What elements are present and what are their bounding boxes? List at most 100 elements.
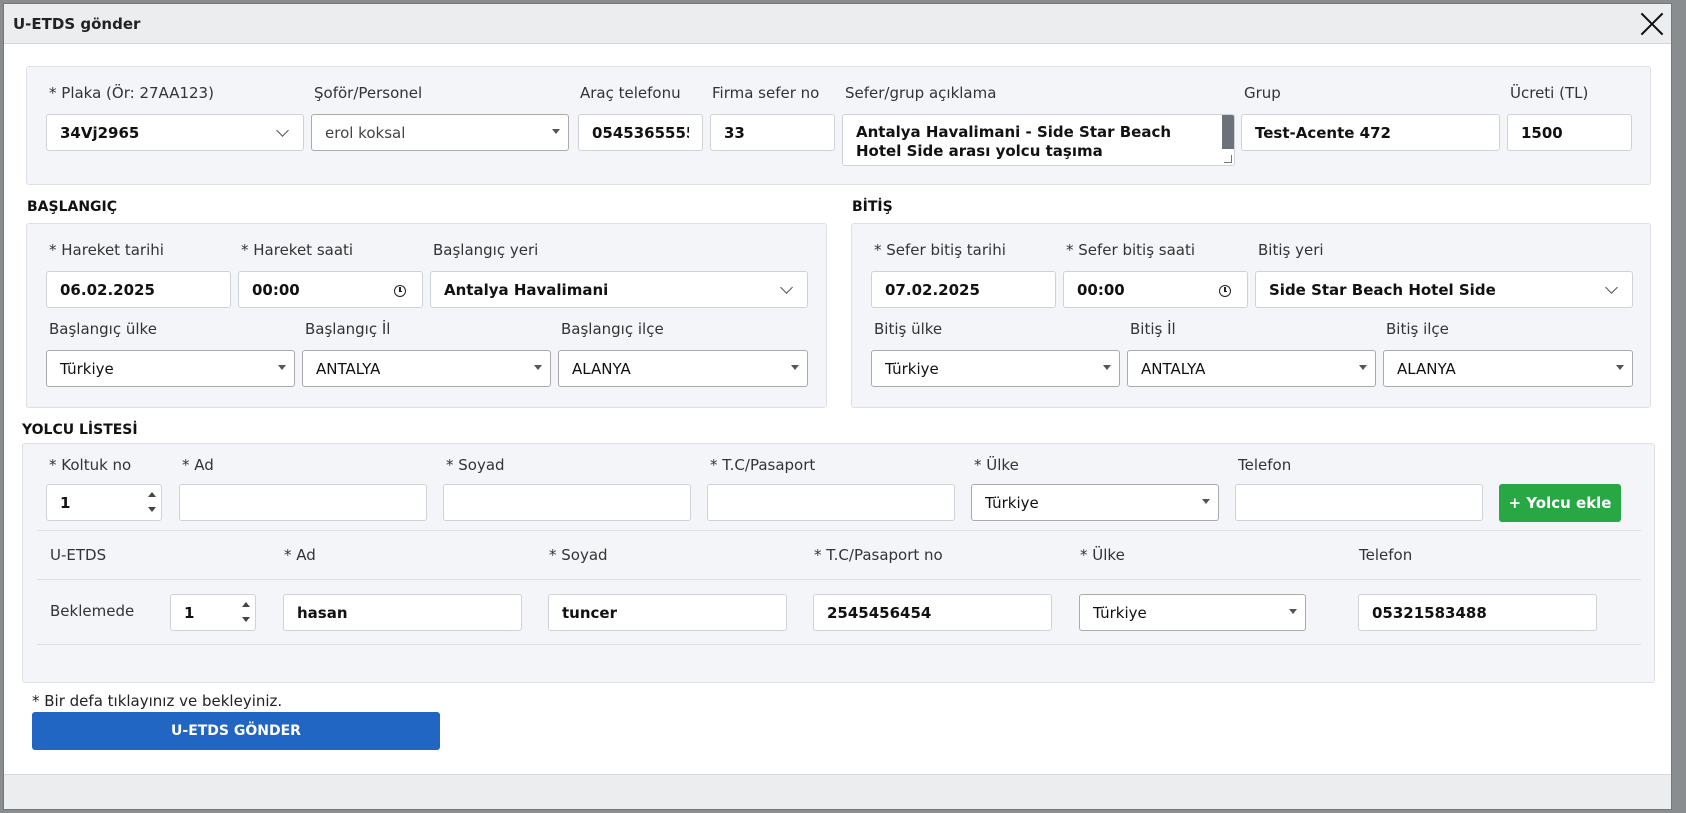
group-value: Test-Acente 472 [1255,124,1391,142]
resize-handle-icon[interactable] [1224,155,1232,163]
start-country-label: Başlangıç ülke [49,320,157,338]
end-place-value: Side Star Beach Hotel Side [1269,281,1496,299]
table-divider [37,579,1641,580]
table-divider [37,530,1641,531]
start-time-value: 00:00 [252,281,300,299]
start-date-label: * Hareket tarihi [49,241,164,259]
seat-label: * Koltuk no [49,456,131,474]
end-province-select[interactable]: ANTALYA [1127,350,1376,387]
uetds-submit-button[interactable]: U-ETDS GÖNDER [32,712,440,750]
row-name-value: hasan [297,604,348,622]
spinner-arrows-icon[interactable] [239,597,253,628]
driver-label: Şoför/Personel [314,84,422,102]
end-date-label: * Sefer bitiş tarihi [874,241,1006,259]
company-trip-no-input[interactable]: 33 [710,114,835,151]
textarea-scrollbar[interactable] [1222,115,1234,149]
caret-down-icon [1103,365,1111,370]
country-label: * Ülke [974,456,1019,474]
start-district-select[interactable]: ALANYA [558,350,808,387]
start-date-value: 06.02.2025 [60,281,155,299]
end-country-select[interactable]: Türkiye [871,350,1120,387]
vehicle-phone-input[interactable]: 05453655555 [578,114,703,151]
driver-select[interactable]: erol koksal [311,114,569,151]
row-phone-input[interactable]: 05321583488 [1358,594,1597,631]
caret-down-icon [1359,365,1367,370]
start-place-select[interactable]: Antalya Havalimani [430,271,808,308]
start-time-input[interactable]: 00:00 [238,271,423,308]
chevron-down-icon [780,281,793,294]
end-country-value: Türkiye [885,360,939,378]
clock-icon[interactable] [1219,285,1231,297]
row-id-input[interactable]: 2545456454 [813,594,1052,631]
column-header-name: * Ad [284,546,316,564]
id-label: * T.C/Pasaport [710,456,815,474]
country-value: Türkiye [985,494,1039,512]
column-header-status: U-ETDS [50,546,106,564]
seat-value: 1 [60,494,70,512]
seat-input[interactable]: 1 [46,484,162,521]
modal-title: U-ETDS gönder [13,15,140,33]
driver-value: erol koksal [325,124,405,142]
close-icon[interactable] [1637,8,1669,40]
name-input[interactable] [179,484,427,521]
fee-input[interactable]: 1500 [1507,114,1632,151]
passenger-section-title: YOLCU LİSTESİ [22,422,138,438]
start-place-value: Antalya Havalimani [444,281,608,299]
name-label: * Ad [182,456,214,474]
end-country-label: Bitiş ülke [874,320,942,338]
add-passenger-button[interactable]: + Yolcu ekle [1499,484,1621,522]
clock-icon[interactable] [394,285,406,297]
caret-down-icon [534,365,542,370]
column-header-surname: * Soyad [549,546,608,564]
country-select[interactable]: Türkiye [971,484,1219,521]
phone-input[interactable] [1235,484,1483,521]
vehicle-phone-value: 05453655555 [592,124,689,142]
company-trip-no-value: 33 [724,124,745,142]
end-date-input[interactable]: 07.02.2025 [871,271,1056,308]
id-input[interactable] [707,484,955,521]
end-district-select[interactable]: ALANYA [1383,350,1633,387]
caret-down-icon [552,129,560,134]
start-country-select[interactable]: Türkiye [46,350,295,387]
start-date-input[interactable]: 06.02.2025 [46,271,231,308]
table-divider [37,644,1641,645]
row-seat-input[interactable]: 1 [170,594,256,631]
start-place-label: Başlangıç yeri [433,241,538,259]
row-surname-input[interactable]: tuncer [548,594,787,631]
end-date-value: 07.02.2025 [885,281,980,299]
caret-down-icon [1616,365,1624,370]
end-place-select[interactable]: Side Star Beach Hotel Side [1255,271,1633,308]
start-section-title: BAŞLANGIÇ [27,199,117,215]
row-surname-value: tuncer [562,604,617,622]
phone-label: Telefon [1238,456,1291,474]
caret-down-icon [1289,609,1297,614]
start-province-select[interactable]: ANTALYA [302,350,551,387]
plate-value: 34Vj2965 [60,124,139,142]
end-district-value: ALANYA [1397,360,1456,378]
spinner-arrows-icon[interactable] [145,487,159,518]
row-status: Beklemede [50,602,134,620]
caret-down-icon [791,365,799,370]
row-name-input[interactable]: hasan [283,594,522,631]
column-header-phone: Telefon [1359,546,1412,564]
start-time-label: * Hareket saati [241,241,353,259]
start-district-label: Başlangıç ilçe [561,320,664,338]
start-district-value: ALANYA [572,360,631,378]
end-section-title: BİTİŞ [852,199,893,215]
company-trip-no-label: Firma sefer no [712,84,819,102]
fee-value: 1500 [1521,124,1563,142]
end-time-input[interactable]: 00:00 [1063,271,1248,308]
surname-label: * Soyad [446,456,505,474]
start-country-value: Türkiye [60,360,114,378]
modal-header: U-ETDS gönder [4,4,1671,44]
start-province-value: ANTALYA [316,360,380,378]
description-value: Antalya Havalimani - Side Star Beach Hot… [856,123,1171,160]
plate-select[interactable]: 34Vj2965 [46,114,304,151]
row-country-value: Türkiye [1093,604,1147,622]
row-country-select[interactable]: Türkiye [1079,594,1306,631]
chevron-down-icon [1605,281,1618,294]
description-textarea[interactable]: Antalya Havalimani - Side Star Beach Hot… [842,114,1235,166]
group-input[interactable]: Test-Acente 472 [1241,114,1500,151]
end-province-value: ANTALYA [1141,360,1205,378]
surname-input[interactable] [443,484,691,521]
